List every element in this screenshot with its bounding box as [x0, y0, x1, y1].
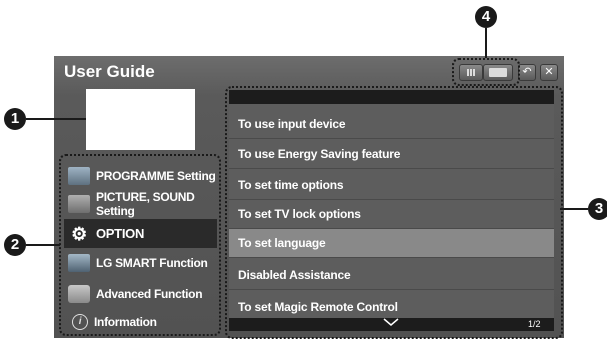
- callout-2-leader: [26, 244, 60, 246]
- back-button[interactable]: ↶: [518, 64, 536, 81]
- callout-4-leader: [485, 28, 487, 58]
- menu-highlight: [59, 154, 221, 336]
- window-title: User Guide: [64, 62, 155, 81]
- controls-highlight: [452, 58, 520, 86]
- callout-1: 1: [4, 108, 26, 130]
- callout-3: 3: [588, 198, 607, 220]
- callout-4: 4: [475, 6, 497, 28]
- callout-1-leader: [26, 118, 86, 120]
- close-icon: ✕: [544, 66, 554, 78]
- list-highlight: [225, 86, 563, 339]
- callout-2: 2: [4, 234, 26, 256]
- preview-image: [86, 89, 195, 150]
- close-button[interactable]: ✕: [540, 64, 558, 81]
- back-icon: ↶: [522, 66, 532, 78]
- callout-3-leader: [560, 208, 588, 210]
